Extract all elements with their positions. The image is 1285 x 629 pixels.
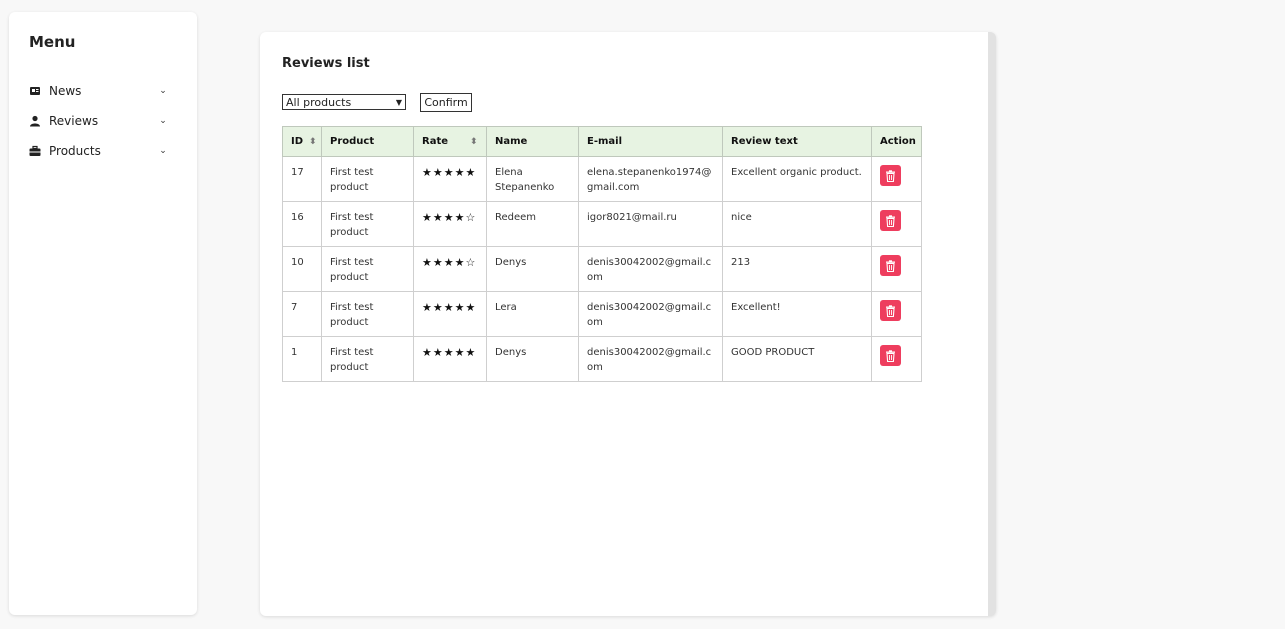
cell-email: igor8021@mail.ru [578,201,723,247]
cell-name: Redeem [486,201,579,247]
cell-action [871,201,922,247]
column-header-review-text: Review text [722,126,872,157]
cell-name: Denys [486,246,579,292]
sidebar-item-reviews[interactable]: Reviews ⌄ [29,111,169,131]
delete-review-button[interactable] [880,210,901,231]
cell-id: 1 [282,336,322,382]
sidebar [9,12,197,615]
user-icon [29,115,41,127]
trash-icon [886,169,895,182]
table-header-row: ID ⬍ Product Rate ⬍ Name E-mail Review tex… [282,126,922,157]
cell-rate: ★★★★★ [413,156,487,202]
trash-icon [886,349,895,362]
cell-product: First test product [321,291,414,337]
trash-icon [886,304,895,317]
cell-rate: ★★★★☆ [413,246,487,292]
cell-product: First test product [321,156,414,202]
cell-action [871,291,922,337]
sidebar-item-label: Reviews [49,114,99,128]
reviews-table: ID ⬍ Product Rate ⬍ Name E-mail Review tex… [282,126,922,382]
cell-action [871,246,922,292]
delete-review-button[interactable] [880,345,901,366]
cell-name: Elena Stepanenko [486,156,579,202]
cell-product: First test product [321,246,414,292]
star-rating: ★★★★★ [422,301,477,314]
cell-email: denis30042002@gmail.com [578,291,723,337]
column-header-label: E-mail [587,136,623,147]
briefcase-icon [29,145,41,157]
star-rating: ★★★★☆ [422,211,477,224]
column-header-label: Rate [422,136,449,147]
cell-action [871,156,922,202]
sort-icon[interactable]: ⬍ [470,137,478,147]
delete-review-button[interactable] [880,300,901,321]
sidebar-item-news[interactable]: News ⌄ [29,81,169,101]
cell-id: 16 [282,201,322,247]
cell-name: Denys [486,336,579,382]
page-title: Reviews list [282,56,370,71]
cell-email: elena.stepanenko1974@gmail.com [578,156,723,202]
menu-title: Menu [29,33,76,51]
chevron-down-icon: ▼ [395,97,402,107]
table-row: 10 First test product ★★★★☆ Denys denis30042… [282,246,922,292]
cell-rate: ★★★★★ [413,291,487,337]
column-header-label: ID [291,136,304,147]
sidebar-item-label: News [49,84,82,98]
sidebar-item-label: Products [49,144,101,158]
cell-product: First test product [321,336,414,382]
delete-review-button[interactable] [880,165,901,186]
trash-icon [886,214,895,227]
column-header-email: E-mail [578,126,723,157]
column-header-action: Action [871,126,922,157]
cell-review-text: Excellent organic product. [722,156,872,202]
column-header-label: Name [495,136,528,147]
chevron-down-icon: ⌄ [159,116,167,126]
star-rating: ★★★★★ [422,166,477,179]
cell-product: First test product [321,201,414,247]
cell-id: 10 [282,246,322,292]
sidebar-item-products[interactable]: Products ⌄ [29,141,169,161]
product-filter-value: All products [286,95,352,109]
table-row: 16 First test product ★★★★☆ Redeem igor8021@… [282,201,922,247]
column-header-label: Product [330,136,375,147]
column-header-product: Product [321,126,414,157]
delete-review-button[interactable] [880,255,901,276]
chevron-down-icon: ⌄ [159,86,167,96]
product-filter-select[interactable]: All products ▼ [282,94,406,110]
cell-email: denis30042002@gmail.com [578,336,723,382]
cell-action [871,336,922,382]
cell-review-text: Excellent! [722,291,872,337]
cell-name: Lera [486,291,579,337]
column-header-label: Action [880,136,916,147]
newspaper-icon [29,85,41,97]
sort-icon[interactable]: ⬍ [309,137,317,147]
table-row: 17 First test product ★★★★★ Elena Stepanenk… [282,156,922,202]
cell-review-text: 213 [722,246,872,292]
chevron-down-icon: ⌄ [159,146,167,156]
column-header-name: Name [486,126,579,157]
cell-rate: ★★★★☆ [413,201,487,247]
column-header-id[interactable]: ID ⬍ [282,126,322,157]
trash-icon [886,259,895,272]
cell-review-text: nice [722,201,872,247]
star-rating: ★★★★☆ [422,256,477,269]
column-header-label: Review text [731,136,798,147]
star-rating: ★★★★★ [422,346,477,359]
cell-email: denis30042002@gmail.com [578,246,723,292]
table-row: 7 First test product ★★★★★ Lera denis3004200… [282,291,922,337]
table-row: 1 First test product ★★★★★ Denys denis300420… [282,336,922,382]
reviews-panel: Reviews list All products ▼ Confirm ID ⬍ … [260,32,996,616]
column-header-rate[interactable]: Rate ⬍ [413,126,487,157]
cell-review-text: GOOD PRODUCT [722,336,872,382]
cell-id: 17 [282,156,322,202]
cell-id: 7 [282,291,322,337]
cell-rate: ★★★★★ [413,336,487,382]
confirm-button[interactable]: Confirm [420,93,472,112]
